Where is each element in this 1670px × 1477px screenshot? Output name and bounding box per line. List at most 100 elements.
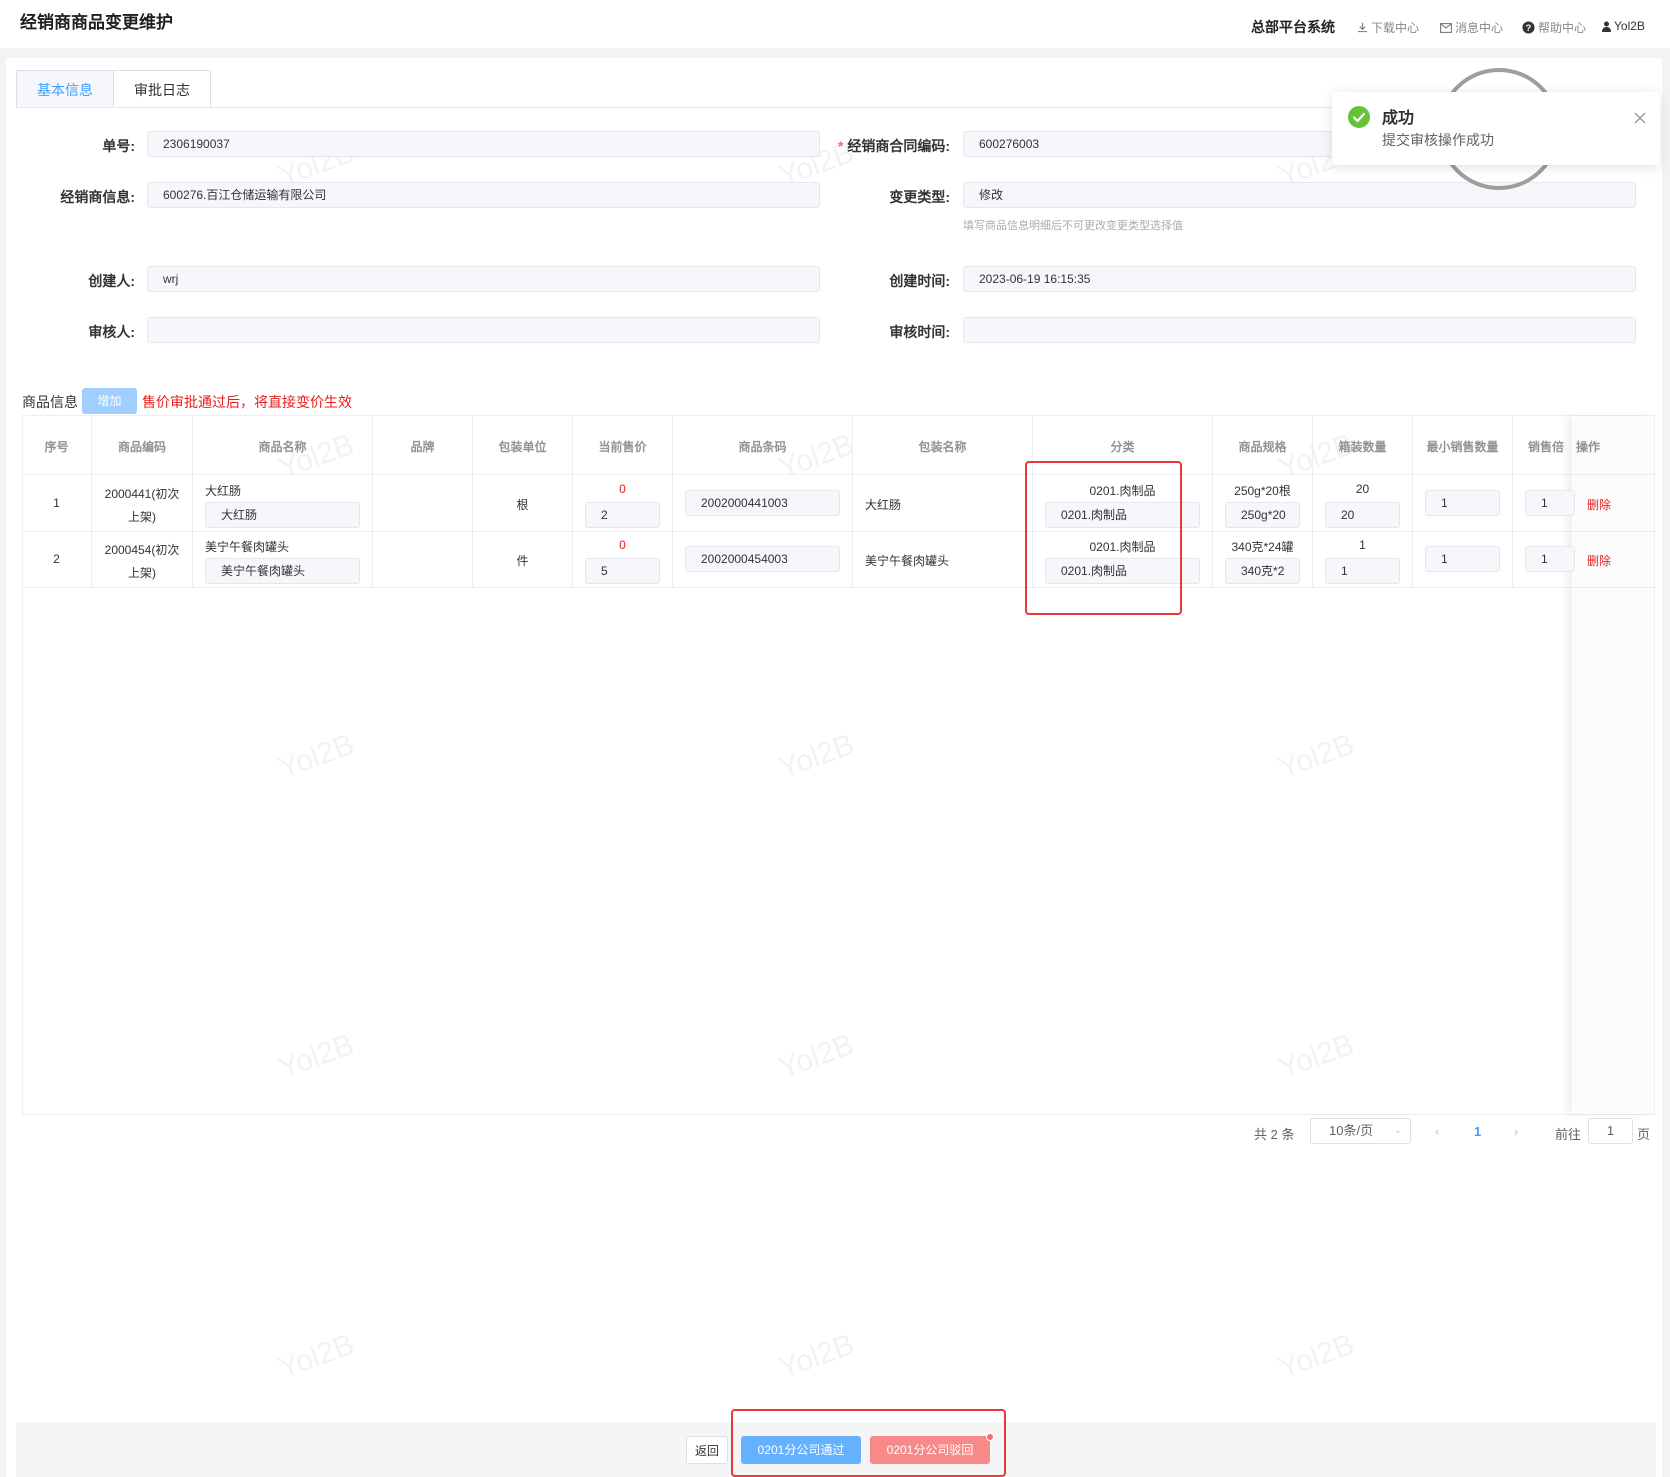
- creator-label: 创建人:: [88, 273, 135, 289]
- col-header-category: 分类: [1110, 440, 1135, 454]
- col-header-price: 当前售价: [598, 440, 647, 454]
- row2-unit: 件: [516, 554, 529, 568]
- row1-current-price: 0: [619, 482, 626, 496]
- review-time-field[interactable]: [963, 317, 1636, 343]
- row1-spec-input[interactable]: 250g*20: [1225, 502, 1300, 528]
- row2-name-input[interactable]: 美宁午餐肉罐头: [205, 558, 360, 584]
- order-no-field[interactable]: 2306190037: [147, 131, 820, 157]
- row2-price-input[interactable]: 5: [585, 558, 660, 584]
- change-type-label: 变更类型:: [889, 189, 950, 205]
- col-header-seq: 序号: [44, 440, 69, 454]
- svg-text:?: ?: [1526, 23, 1532, 33]
- row1-barcode-input[interactable]: 2002000441003: [685, 490, 840, 516]
- row2-code-line2: 上架): [128, 566, 156, 580]
- action-buttons-highlight-box: [731, 1409, 1006, 1477]
- page-number-current[interactable]: 1: [1474, 1124, 1481, 1139]
- review-time-label: 审核时间:: [889, 324, 950, 340]
- row1-multiple-input[interactable]: 1: [1525, 490, 1575, 516]
- row1-code-line2: 上架): [128, 510, 156, 524]
- page-suffix: 页: [1637, 1127, 1651, 1142]
- row2-code-line1: 2000454(初次: [104, 543, 180, 557]
- help-center-label: 帮助中心: [1538, 21, 1587, 35]
- create-time-field[interactable]: 2023-06-19 16:15:35: [963, 266, 1636, 292]
- row1-name-input[interactable]: 大红肠: [205, 502, 360, 528]
- chevron-down-icon: ⌄: [1393, 1125, 1402, 1136]
- row2-pack-name: 美宁午餐肉罐头: [865, 554, 950, 568]
- download-center-label: 下载中心: [1371, 21, 1420, 35]
- top-header: [0, 0, 1670, 48]
- order-no-label: 单号:: [102, 138, 135, 154]
- pagination-total: 共 2 条: [1254, 1127, 1295, 1142]
- help-icon: ?: [1522, 21, 1535, 34]
- tab-approval-log[interactable]: 审批日志: [114, 70, 211, 108]
- download-icon: [1357, 22, 1368, 33]
- row2-min-qty-input[interactable]: 1: [1425, 546, 1500, 572]
- page-size-value: 10条/页: [1329, 1123, 1374, 1138]
- row2-multiple-input[interactable]: 1: [1525, 546, 1575, 572]
- row2-delete-link[interactable]: 删除: [1587, 552, 1611, 569]
- close-icon[interactable]: [1634, 112, 1646, 124]
- goto-page-input[interactable]: 1: [1588, 1118, 1633, 1144]
- row2-spec-input[interactable]: 340克*2: [1225, 558, 1300, 584]
- goods-section-label: 商品信息: [22, 394, 78, 410]
- dealer-info-label: 经销商信息:: [60, 189, 135, 205]
- row1-seq: 1: [53, 496, 60, 510]
- col-header-pack-name: 包装名称: [918, 440, 967, 454]
- notification-title: 成功: [1382, 110, 1415, 127]
- reviewer-field[interactable]: [147, 317, 820, 343]
- row1-unit: 根: [516, 498, 529, 512]
- col-header-brand: 品牌: [410, 440, 435, 454]
- user-menu[interactable]: Yol2B: [1602, 19, 1645, 33]
- col-header-min-qty: 最小销售数量: [1426, 440, 1499, 454]
- table-row-divider: [22, 531, 1655, 532]
- back-button[interactable]: 返回: [686, 1436, 728, 1464]
- prev-page-icon[interactable]: ‹: [1435, 1124, 1439, 1139]
- row1-code-line1: 2000441(初次: [104, 487, 180, 501]
- next-page-icon[interactable]: ›: [1514, 1124, 1518, 1139]
- fixed-column-shadow: [1572, 416, 1654, 1114]
- row2-box-qty-text: 1: [1359, 538, 1366, 552]
- tab-bar: 基本信息 审批日志: [16, 70, 211, 108]
- row1-name-text: 大红肠: [205, 484, 242, 498]
- user-name: Yol2B: [1614, 19, 1645, 33]
- col-header-unit: 包装单位: [498, 440, 547, 454]
- creator-field[interactable]: wrj: [147, 266, 820, 292]
- download-center-link[interactable]: 下载中心: [1357, 19, 1419, 36]
- row1-spec-text: 250g*20根: [1234, 484, 1291, 498]
- message-center-link[interactable]: 消息中心: [1440, 19, 1503, 36]
- dealer-info-field[interactable]: 600276.百江仓储运输有限公司: [147, 182, 820, 208]
- change-type-hint: 填写商品信息明细后不可更改变更类型选择值: [963, 220, 1183, 232]
- row2-name-text: 美宁午餐肉罐头: [205, 540, 290, 554]
- row2-box-qty-input[interactable]: 1: [1325, 558, 1400, 584]
- page-size-select[interactable]: 10条/页 ⌄: [1310, 1118, 1411, 1144]
- contract-no-label: * 经销商合同编码:: [837, 138, 950, 154]
- col-header-barcode: 商品条码: [738, 440, 787, 454]
- col-header-code: 商品编码: [117, 440, 166, 454]
- success-check-icon: [1348, 106, 1370, 128]
- table-header-divider: [22, 474, 1655, 475]
- system-name[interactable]: 总部平台系统: [1251, 17, 1335, 37]
- row1-delete-link[interactable]: 删除: [1587, 496, 1611, 513]
- mail-icon: [1440, 22, 1452, 33]
- row2-barcode-input[interactable]: 2002000454003: [685, 546, 840, 572]
- row1-price-input[interactable]: 2: [585, 502, 660, 528]
- row1-box-qty-input[interactable]: 20: [1325, 502, 1400, 528]
- col-header-spec: 商品规格: [1238, 440, 1287, 454]
- page-title: 经销商商品变更维护: [20, 13, 173, 32]
- user-icon: [1602, 21, 1611, 32]
- row2-spec-text: 340克*24罐: [1231, 540, 1294, 554]
- col-header-box-qty: 箱装数量: [1338, 440, 1387, 454]
- change-type-select[interactable]: 修改: [963, 182, 1636, 208]
- success-notification: 成功 提交审核操作成功: [1332, 92, 1660, 165]
- add-goods-button[interactable]: 增加: [82, 388, 137, 414]
- contract-no-label-text: 经销商合同编码:: [847, 138, 950, 154]
- tab-basic-info[interactable]: 基本信息: [16, 70, 114, 108]
- row1-box-qty-text: 20: [1355, 482, 1370, 496]
- price-warning-text: 售价审批通过后，将直接变价生效: [142, 394, 352, 410]
- goto-label: 前往: [1555, 1127, 1582, 1142]
- row1-pack-name: 大红肠: [865, 498, 902, 512]
- row2-current-price: 0: [619, 538, 626, 552]
- help-center-link[interactable]: ? 帮助中心: [1522, 19, 1586, 36]
- table-row-divider: [22, 587, 1655, 588]
- row1-min-qty-input[interactable]: 1: [1425, 490, 1500, 516]
